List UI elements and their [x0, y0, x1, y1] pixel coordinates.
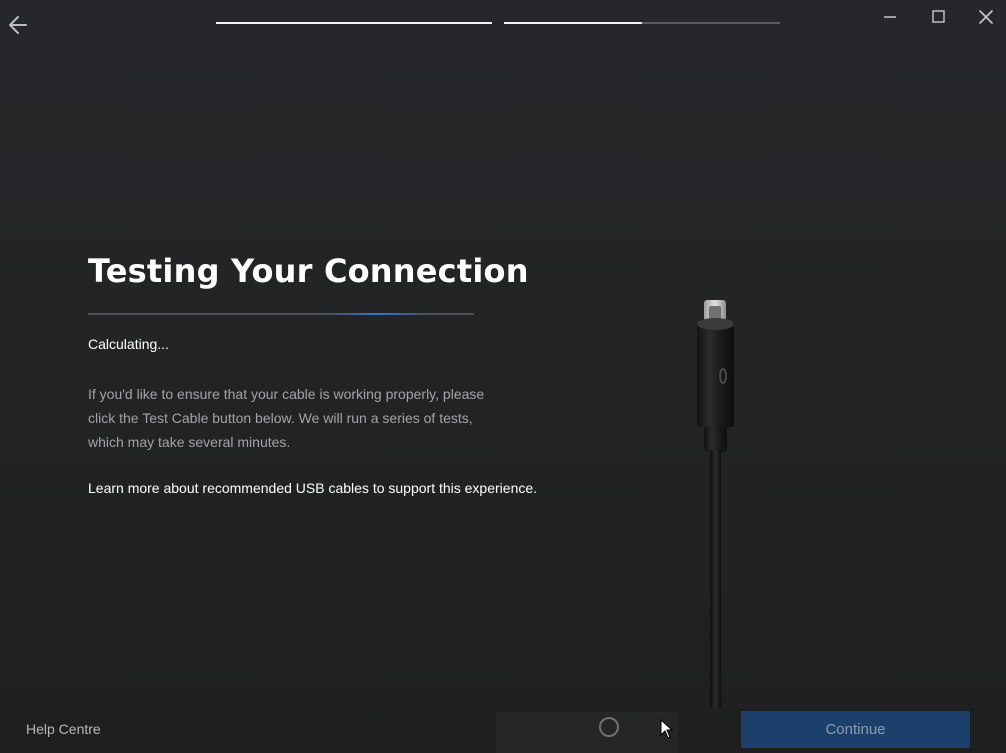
loading-spinner-icon — [599, 717, 619, 737]
usb-c-cable-illustration — [697, 300, 734, 753]
page-title: Testing Your Connection — [88, 252, 529, 290]
step-2-fill — [504, 22, 642, 24]
learn-more-link[interactable]: Learn more about recommended USB cables … — [88, 480, 537, 496]
minimize-icon — [884, 16, 896, 18]
back-button[interactable] — [6, 12, 32, 38]
title-progress-glow — [328, 313, 428, 315]
mouse-cursor-icon — [660, 719, 674, 739]
minimize-button[interactable] — [878, 6, 902, 28]
arrow-left-icon — [9, 16, 27, 34]
step-1-fill — [216, 22, 492, 24]
close-button[interactable] — [974, 6, 998, 28]
help-centre-link[interactable]: Help Centre — [26, 721, 101, 737]
step-progress — [216, 22, 780, 25]
app-window: Testing Your Connection Calculating... I… — [0, 0, 1006, 753]
maximize-button[interactable] — [926, 6, 950, 28]
status-text: Calculating... — [88, 336, 169, 352]
step-2-progress — [504, 22, 780, 24]
maximize-icon — [932, 10, 945, 23]
continue-button[interactable]: Continue — [741, 711, 970, 748]
title-progress-bar — [88, 313, 474, 315]
step-1-progress — [216, 22, 492, 24]
close-icon — [979, 10, 993, 24]
description-text: If you'd like to ensure that your cable … — [88, 386, 485, 450]
loading-panel — [496, 712, 678, 753]
